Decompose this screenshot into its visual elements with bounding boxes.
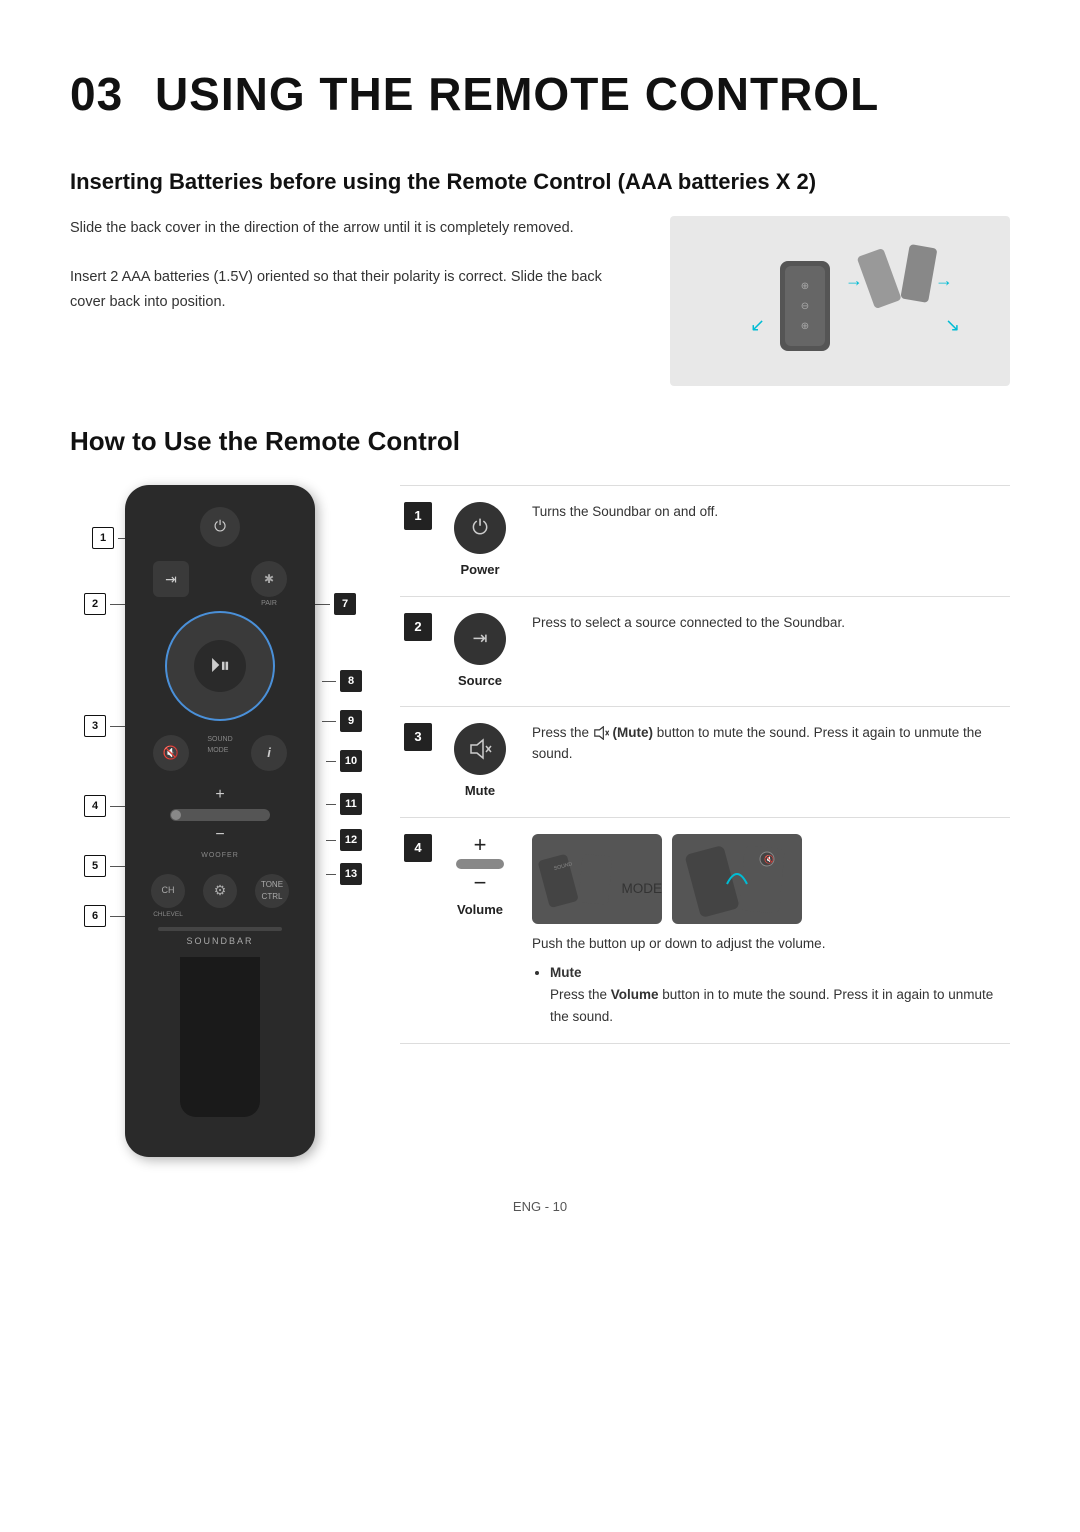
label-8: 8	[322, 670, 362, 692]
svg-text:↙: ↙	[750, 315, 765, 335]
battery-section-title: Inserting Batteries before using the Rem…	[70, 165, 1010, 198]
label-2: 2	[84, 593, 130, 615]
soundbar-body	[180, 957, 260, 1117]
ctrl-icon-power: ⏻ Power	[440, 486, 520, 597]
num-label-6: 6	[84, 905, 106, 927]
num-label-5: 5	[84, 855, 106, 877]
num-label-2: 2	[84, 593, 106, 615]
battery-instructions: Slide the back cover in the direction of…	[70, 216, 630, 315]
num-label-13: 13	[340, 863, 362, 885]
main-layout: 1 2 3 4 5 6 7 8	[70, 485, 1010, 1157]
settings-button[interactable]: ⚙	[203, 874, 237, 920]
label-10: 10	[326, 750, 362, 772]
ctrl-icon-source: ⇥ Source	[440, 596, 520, 707]
label-12: 12	[326, 829, 362, 851]
mute-bold: (Mute)	[613, 725, 654, 740]
remote-diagram: 1 2 3 4 5 6 7 8	[70, 485, 370, 1157]
svg-text:⊖: ⊖	[801, 301, 809, 312]
power-label: Power	[450, 560, 510, 580]
label-11: 11	[326, 793, 362, 815]
soundbar-label: SOUNDBAR	[143, 935, 297, 949]
remote-body: ⏻ ⇥ ✱ PAIR ⏵⏸	[125, 485, 315, 1157]
volume-control[interactable]: + − WOOFER	[165, 783, 275, 862]
label-9: 9	[322, 710, 362, 732]
vol-minus-icon: −	[474, 872, 487, 894]
chapter-number: 03	[70, 68, 123, 120]
ctrl-desc-volume: SOUNDMODE 🔇	[520, 817, 1010, 1044]
num-label-3: 3	[84, 715, 106, 737]
ctrl-num-3: 3	[400, 707, 440, 818]
page-title: 03 USING THE REMOTE CONTROL	[70, 60, 1010, 129]
svg-text:→: →	[845, 270, 863, 290]
battery-text-1: Slide the back cover in the direction of…	[70, 216, 630, 241]
label-6: 6	[84, 905, 130, 927]
svg-text:⊕: ⊕	[801, 281, 809, 292]
num-label-10: 10	[340, 750, 362, 772]
num-label-4: 4	[84, 795, 106, 817]
ctrl-desc-power: Turns the Soundbar on and off.	[520, 486, 1010, 597]
num-label-12: 12	[340, 829, 362, 851]
svg-text:↘: ↘	[945, 315, 960, 335]
tone-control-button[interactable]: TONECTRL	[255, 874, 289, 920]
controls-table: 1 ⏻ Power Turns the Soundbar on and off.…	[400, 485, 1010, 1044]
vol-bullet-list: Mute Press the Volume button in to mute …	[532, 962, 1002, 1027]
ctrl-num-4: 4	[400, 817, 440, 1044]
nav-ring[interactable]: ⏵⏸	[165, 611, 275, 721]
num-label-8: 8	[340, 670, 362, 692]
vol-bullet-mute: Mute Press the Volume button in to mute …	[550, 962, 1002, 1027]
volume-label: Volume	[450, 900, 510, 920]
num-label-7: 7	[334, 593, 356, 615]
info-button[interactable]: i	[251, 735, 287, 771]
control-row-mute: 3 Mute Press the	[400, 707, 1010, 818]
vol-bar	[456, 859, 504, 869]
ctrl-desc-source: Press to select a source connected to th…	[520, 596, 1010, 707]
ctrl-num-2: 2	[400, 596, 440, 707]
label-5: 5	[84, 855, 130, 877]
control-row-volume: 4 + − Volume SOUNDMODE	[400, 817, 1010, 1044]
source-label: Source	[450, 671, 510, 691]
svg-text:🔇: 🔇	[764, 854, 774, 864]
svg-text:→: →	[935, 270, 953, 290]
ctrl-desc-mute: Press the (Mute) button to mute the soun…	[520, 707, 1010, 818]
how-section-title: How to Use the Remote Control	[70, 422, 1010, 461]
vol-plus-icon: +	[474, 834, 487, 856]
bottom-bar	[158, 927, 281, 931]
control-row-power: 1 ⏻ Power Turns the Soundbar on and off.	[400, 486, 1010, 597]
svg-text:⊕: ⊕	[801, 321, 809, 332]
vol-img-1: SOUNDMODE	[532, 834, 662, 924]
volume-illustrations: SOUNDMODE 🔇	[532, 834, 1002, 924]
control-row-source: 2 ⇥ Source Press to select a source conn…	[400, 596, 1010, 707]
num-label-1: 1	[92, 527, 114, 549]
num-label-9: 9	[340, 710, 362, 732]
num-label-11: 11	[340, 793, 362, 815]
ch-level-button[interactable]: CH CHLEVEL	[151, 874, 185, 920]
ctrl-icon-volume: + − Volume	[440, 817, 520, 1044]
vol-img-2: 🔇	[672, 834, 802, 924]
play-pause-button[interactable]: ⏵⏸	[194, 640, 246, 692]
label-13: 13	[326, 863, 362, 885]
mute-label: Mute	[450, 781, 510, 801]
mute-button[interactable]: 🔇	[153, 735, 189, 771]
label-3: 3	[84, 715, 130, 737]
label-7: 7	[310, 593, 356, 615]
vol-desc-text: Push the button up or down to adjust the…	[532, 934, 1002, 955]
battery-section: Slide the back cover in the direction of…	[70, 216, 1010, 386]
page-footer: ENG - 10	[70, 1197, 1010, 1217]
ctrl-icon-mute: Mute	[440, 707, 520, 818]
chapter-title-text: USING THE REMOTE CONTROL	[155, 68, 879, 120]
bt-pair-button[interactable]: ✱ PAIR	[251, 561, 287, 597]
battery-text-2: Insert 2 AAA batteries (1.5V) oriented s…	[70, 265, 630, 314]
label-4: 4	[84, 795, 130, 817]
ctrl-num-1: 1	[400, 486, 440, 597]
battery-diagram: ⊕ ⊖ ⊕ → → ↙ ↘	[670, 216, 1010, 386]
source-button[interactable]: ⇥	[153, 561, 189, 597]
power-button[interactable]: ⏻	[200, 507, 240, 547]
